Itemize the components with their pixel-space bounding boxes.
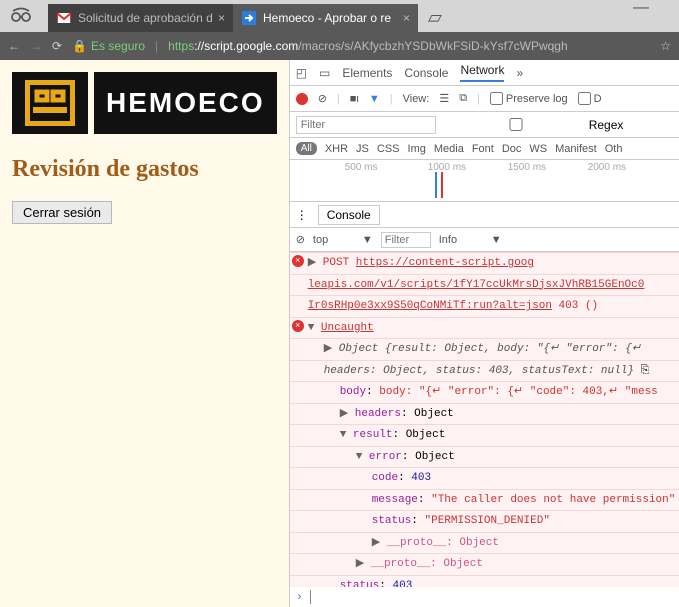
console-row[interactable]: ▶ Object {result: Object, body: "{↵ "err… xyxy=(290,338,679,360)
tab-elements[interactable]: Elements xyxy=(342,66,392,80)
console-row[interactable]: ▶ __proto__: Object xyxy=(290,553,679,575)
console-row[interactable]: ▶ headers: Object xyxy=(290,403,679,425)
console-output[interactable]: × cb=gapi.loaded_0 ▶ POST https://conten… xyxy=(290,252,679,587)
page-title: Revisión de gastos xyxy=(12,156,277,183)
arrow-icon xyxy=(241,10,257,26)
tab-label: Solicitud de aprobación d xyxy=(78,11,212,25)
type-all[interactable]: All xyxy=(296,142,317,155)
console-row[interactable]: × cb=gapi.loaded_0 ▶ POST https://conten… xyxy=(290,252,679,274)
forward-icon: → xyxy=(30,39,42,53)
error-badge-icon: × xyxy=(292,255,304,267)
hide-data-checkbox[interactable]: Hide data URLs xyxy=(633,111,679,139)
console-row: code: 403 xyxy=(290,467,679,489)
tab-console[interactable]: Console xyxy=(404,66,448,80)
lock-icon: 🔒 xyxy=(72,39,87,53)
network-timeline[interactable]: 500 ms 1000 ms 1500 ms 2000 ms xyxy=(290,160,679,202)
security-indicator[interactable]: 🔒 Es seguro xyxy=(72,39,145,53)
url-display[interactable]: https://script.google.com/macros/s/AKfyc… xyxy=(168,39,567,53)
logo-text: HEMOECO xyxy=(94,72,277,134)
devtools-tabbar: ◰ ▭ Elements Console Network » ⊗ 2 xyxy=(290,60,679,86)
back-icon[interactable]: ← xyxy=(8,39,20,53)
record-icon[interactable] xyxy=(296,93,308,105)
type-ws[interactable]: WS xyxy=(529,143,547,155)
console-row: headers: Object, status: 403, statusText… xyxy=(290,360,679,382)
type-manifest[interactable]: Manifest xyxy=(555,143,597,155)
console-prompt[interactable]: › xyxy=(290,587,679,607)
console-row: status: "PERMISSION_DENIED" xyxy=(290,510,679,532)
bookmark-icon[interactable]: ☆ xyxy=(660,39,671,53)
tab-label: Hemoeco - Aprobar o re xyxy=(263,11,397,25)
preserve-log-checkbox[interactable]: Preserve log xyxy=(490,92,568,105)
network-filter-row: Regex Hide data URLs xyxy=(290,112,679,138)
browser-tab[interactable]: Hemoeco - Aprobar o re × xyxy=(233,4,418,32)
devtools-panel: ◰ ▭ Elements Console Network » ⊗ 2 ⊘ | ■… xyxy=(289,60,679,607)
console-filter-row: ⊘ top ▼ Info ▼ 1 item hidden by f xyxy=(290,228,679,252)
page-content: HEMOECO Revisión de gastos Cerrar sesión xyxy=(0,60,289,607)
level-select[interactable]: Info ▼ xyxy=(439,234,502,246)
network-type-filter: All XHR JS CSS Img Media Font Doc WS Man… xyxy=(290,138,679,160)
clear-icon[interactable]: ⊘ xyxy=(318,92,327,105)
drawer-tabbar: ⋮ Console xyxy=(290,202,679,228)
logout-button[interactable]: Cerrar sesión xyxy=(12,201,112,224)
regex-checkbox[interactable]: Regex xyxy=(446,118,624,132)
logo: HEMOECO xyxy=(12,72,277,134)
drawer-menu-icon[interactable]: ⋮ xyxy=(296,208,308,222)
type-js[interactable]: JS xyxy=(356,143,369,155)
type-doc[interactable]: Doc xyxy=(502,143,522,155)
reload-icon[interactable]: ⟳ xyxy=(52,39,62,53)
network-toolbar: ⊘ | ■ι ▼ | View: ☰ ⧉ | Preserve log D xyxy=(290,86,679,112)
browser-tab[interactable]: Solicitud de aprobación d × xyxy=(48,4,233,32)
inspect-icon[interactable]: ◰ xyxy=(296,66,307,80)
waterfall-icon[interactable]: ⧉ xyxy=(459,92,467,105)
browser-tabstrip: Solicitud de aprobación d × Hemoeco - Ap… xyxy=(0,0,679,32)
error-badge-icon: × xyxy=(292,320,304,332)
incognito-icon xyxy=(10,6,32,25)
console-row[interactable]: ▼ error: Object xyxy=(290,446,679,468)
clear-console-icon[interactable]: ⊘ xyxy=(296,233,305,246)
camera-icon[interactable]: ■ι xyxy=(350,93,359,105)
view-label: View: xyxy=(403,93,430,105)
console-row: Ir0sRHp0e3xx9S50qCoNMiTf:run?alt=json 40… xyxy=(290,295,679,317)
newtab-button[interactable]: ▱ xyxy=(418,3,452,32)
console-row[interactable]: × cb=gapi.loaded_0 ▼ Uncaught xyxy=(290,317,679,339)
dom-loaded-marker xyxy=(435,172,437,198)
close-icon[interactable]: × xyxy=(218,11,225,25)
type-oth[interactable]: Oth xyxy=(605,143,623,155)
gmail-icon xyxy=(56,10,72,26)
type-css[interactable]: CSS xyxy=(377,143,400,155)
address-bar: ← → ⟳ 🔒 Es seguro | https://script.googl… xyxy=(0,32,679,60)
console-filter-input[interactable] xyxy=(381,232,431,248)
close-icon[interactable]: × xyxy=(403,11,410,25)
drawer-console-tab[interactable]: Console xyxy=(318,205,380,225)
type-xhr[interactable]: XHR xyxy=(325,143,348,155)
console-row: leapis.com/v1/scripts/1fY17ccUkMrsDjsxJV… xyxy=(290,274,679,296)
device-icon[interactable]: ▭ xyxy=(319,66,330,80)
disable-cache-checkbox[interactable]: D xyxy=(578,92,602,105)
large-rows-icon[interactable]: ☰ xyxy=(439,92,449,105)
console-row[interactable]: ▶ __proto__: Object xyxy=(290,532,679,554)
type-media[interactable]: Media xyxy=(434,143,464,155)
minimize-button[interactable]: ― xyxy=(633,0,649,17)
context-select[interactable]: top ▼ xyxy=(313,234,373,246)
load-marker xyxy=(441,172,443,198)
logo-icon xyxy=(12,72,88,134)
filter-icon[interactable]: ▼ xyxy=(369,93,380,105)
more-tabs-icon[interactable]: » xyxy=(516,66,523,80)
console-row: body: body: "{↵ "error": {↵ "code": 403,… xyxy=(290,381,679,403)
console-row: status: 403 xyxy=(290,575,679,588)
copy-icon[interactable]: ⎘ xyxy=(641,365,650,377)
console-row: message: "The caller does not have permi… xyxy=(290,489,679,511)
network-filter-input[interactable] xyxy=(296,116,436,134)
tab-network[interactable]: Network xyxy=(460,63,504,82)
type-img[interactable]: Img xyxy=(408,143,426,155)
type-font[interactable]: Font xyxy=(472,143,494,155)
secure-label: Es seguro xyxy=(91,39,145,53)
console-row[interactable]: ▼ result: Object xyxy=(290,424,679,446)
